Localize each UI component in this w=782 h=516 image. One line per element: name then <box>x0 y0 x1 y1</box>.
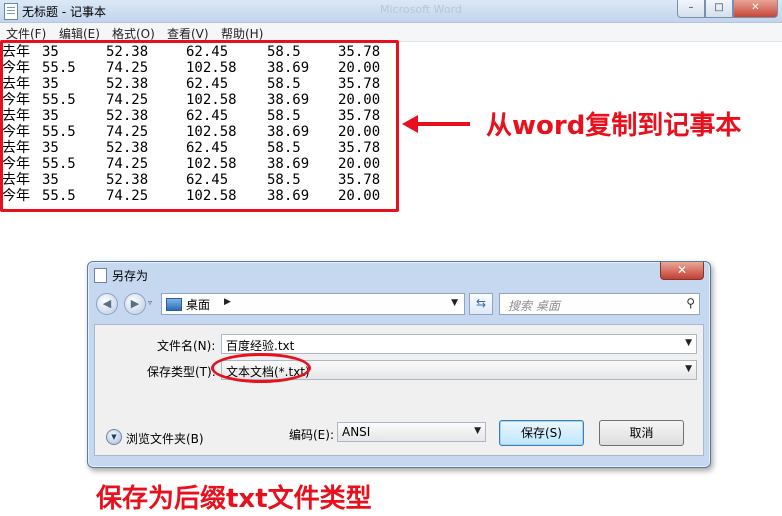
encoding-select[interactable]: ANSI ▼ <box>337 422 486 442</box>
close-button[interactable]: ✕ <box>733 0 778 18</box>
search-input[interactable]: 搜索 桌面 ⚲ <box>499 293 700 315</box>
highlight-box <box>0 40 399 212</box>
dialog-body: 文件名(N): 百度经验.txt ▼ 保存类型(T): 文本文档(*.txt) … <box>94 324 704 456</box>
address-dropdown-icon[interactable]: ▼ <box>451 298 458 308</box>
filetype-label: 保存类型(T): <box>147 365 216 379</box>
save-button[interactable]: 保存(S) <box>499 420 584 446</box>
annotation-copy-note: 从word复制到记事本 <box>486 111 742 141</box>
refresh-button[interactable]: ⇆ <box>469 293 493 315</box>
encoding-value: ANSI <box>342 425 371 439</box>
back-button[interactable]: ◀ <box>96 293 118 315</box>
forward-button[interactable]: ▶ <box>124 293 146 315</box>
breadcrumb-chevron-icon[interactable]: ▶ <box>224 297 231 307</box>
desktop-icon <box>166 298 182 311</box>
annotation-save-note: 保存为后缀txt文件类型 <box>96 484 372 514</box>
filetype-dropdown-icon[interactable]: ▼ <box>685 364 692 374</box>
window-title: 无标题 - 记事本 <box>22 5 106 19</box>
browse-folders-icon[interactable]: ▼ <box>106 429 122 445</box>
minimize-button[interactable]: – <box>677 0 705 18</box>
filename-label: 文件名(N): <box>157 339 216 353</box>
filename-field[interactable]: 百度经验.txt ▼ <box>221 334 697 354</box>
search-icon[interactable]: ⚲ <box>686 296 695 310</box>
save-as-dialog: 另存为 ✕ ◀ ▶ ▿ 桌面 ▶ ▼ ⇆ 搜索 桌面 ⚲ 文件名(N): 百度经… <box>87 261 711 468</box>
navigation-bar: ◀ ▶ ▿ 桌面 ▶ ▼ ⇆ 搜索 桌面 ⚲ <box>88 290 710 318</box>
filename-value: 百度经验.txt <box>226 339 295 353</box>
search-placeholder: 搜索 桌面 <box>508 299 560 313</box>
dialog-titlebar: 另存为 ✕ <box>88 262 710 286</box>
encoding-label: 编码(E): <box>289 428 334 442</box>
notepad-titlebar: 无标题 - 记事本 Microsoft Word – □ ✕ <box>0 0 782 23</box>
cancel-button[interactable]: 取消 <box>599 420 684 446</box>
dialog-app-icon <box>94 268 107 283</box>
notepad-app-icon <box>4 3 18 20</box>
filename-dropdown-icon[interactable]: ▼ <box>685 338 692 348</box>
encoding-dropdown-icon[interactable]: ▼ <box>474 426 481 436</box>
address-location[interactable]: 桌面 <box>186 296 210 313</box>
dialog-title: 另存为 <box>112 269 149 283</box>
background-window-title: Microsoft Word <box>380 3 462 16</box>
address-bar[interactable]: 桌面 ▶ ▼ <box>161 293 465 315</box>
history-dropdown-icon[interactable]: ▿ <box>148 298 152 307</box>
dialog-close-button[interactable]: ✕ <box>660 262 704 280</box>
maximize-button[interactable]: □ <box>705 0 733 18</box>
highlight-ellipse <box>211 353 311 383</box>
browse-folders-toggle[interactable]: 浏览文件夹(B) <box>126 430 204 447</box>
window-controls: – □ ✕ <box>677 0 778 18</box>
